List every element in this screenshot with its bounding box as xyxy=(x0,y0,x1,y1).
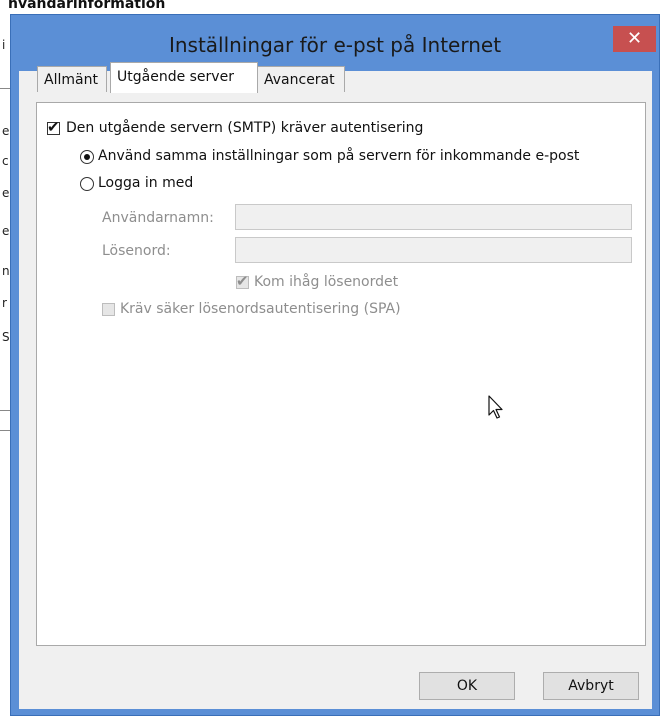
smtp-auth-label[interactable]: Den utgående servern (SMTP) kräver auten… xyxy=(66,120,423,136)
username-label: Användarnamn: xyxy=(102,210,214,226)
remember-password-label: Kom ihåg lösenordet xyxy=(254,274,399,290)
password-label: Lösenord: xyxy=(102,243,171,259)
same-settings-label[interactable]: Använd samma inställningar som på server… xyxy=(98,148,579,164)
spa-label: Kräv säker lösenordsautentisering (SPA) xyxy=(120,301,401,317)
username-field xyxy=(235,204,632,230)
radio-selected-dot xyxy=(84,154,90,160)
spa-checkbox xyxy=(102,303,115,316)
same-settings-radio[interactable] xyxy=(80,150,94,164)
login-with-label[interactable]: Logga in med xyxy=(98,175,193,191)
checkmark-icon: ✔ xyxy=(236,273,249,290)
checkmark-icon: ✔ xyxy=(47,119,60,136)
remember-password-checkbox: ✔ xyxy=(236,273,249,290)
smtp-auth-checkbox[interactable]: ✔ xyxy=(47,119,60,136)
login-with-radio[interactable] xyxy=(80,177,94,191)
cancel-button[interactable]: Avbryt xyxy=(543,672,639,700)
password-field xyxy=(235,237,632,263)
ok-button[interactable]: OK xyxy=(419,672,515,700)
mouse-pointer-icon xyxy=(488,395,503,419)
